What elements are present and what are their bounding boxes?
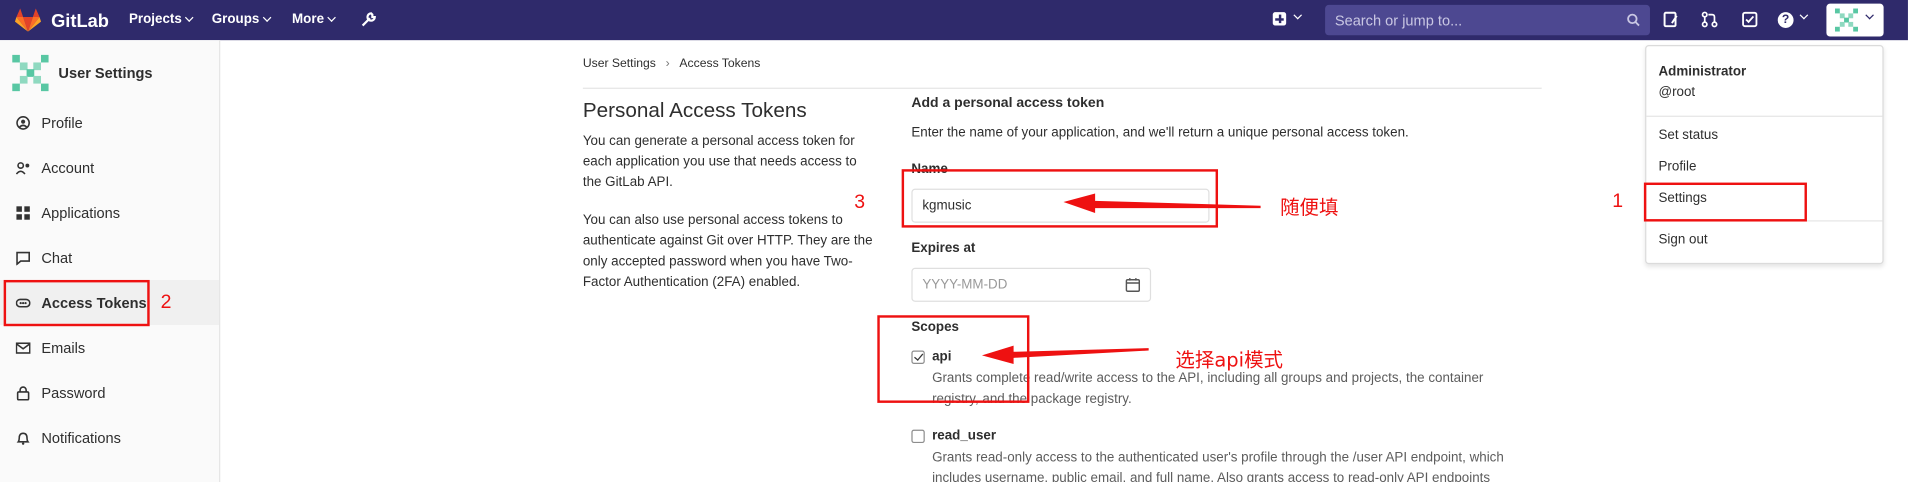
breadcrumb-divider — [582, 87, 1542, 89]
dropdown-divider — [1646, 115, 1883, 117]
chevron-down-icon — [327, 13, 337, 22]
annotation-number: 2 — [160, 292, 172, 313]
calendar-icon[interactable] — [1125, 278, 1141, 293]
form-heading: Add a personal access token — [911, 96, 1105, 111]
breadcrumb-access-tokens[interactable]: Access Tokens — [679, 57, 760, 70]
top-navbar: GitLab Projects Groups More Search or ju… — [0, 0, 1908, 41]
annotation-box-settings — [1643, 182, 1807, 222]
breadcrumb-separator-icon: › — [665, 57, 670, 71]
merge-request-icon[interactable] — [1701, 11, 1718, 28]
annotation-note-name: 随便填 — [1280, 195, 1339, 220]
avatar — [12, 54, 49, 92]
wrench-icon[interactable] — [360, 11, 377, 28]
annotation-arrow-icon — [1063, 193, 1261, 214]
nav-groups[interactable]: Groups — [212, 12, 272, 27]
sidebar-title: User Settings — [58, 64, 153, 82]
annotation-number: 1 — [1612, 191, 1624, 212]
chat-icon — [16, 251, 30, 265]
nav-projects[interactable]: Projects — [129, 12, 195, 27]
annotation-arrow-icon — [981, 345, 1149, 364]
new-item-icon[interactable] — [1272, 12, 1287, 26]
user-avatar-button[interactable] — [1826, 3, 1884, 37]
bell-icon — [16, 431, 30, 445]
page-title: Personal Access Tokens — [582, 98, 807, 122]
gitlab-tanuki-icon — [14, 8, 42, 32]
expires-label: Expires at — [911, 241, 976, 256]
form-subheading: Enter the name of your application, and … — [911, 125, 1409, 140]
dropdown-user-name: Administrator — [1658, 64, 1747, 80]
lock-icon — [16, 385, 30, 400]
account-icon — [15, 161, 30, 174]
menu-item-sign-out[interactable]: Sign out — [1658, 232, 1707, 247]
chevron-down-icon — [262, 13, 272, 22]
scope-read-user-checkbox[interactable] — [911, 429, 925, 444]
brand-name: GitLab — [51, 10, 109, 32]
sidebar-item-account[interactable]: Account — [0, 145, 219, 190]
applications-icon — [16, 205, 30, 220]
description-paragraph: You can also use personal access tokens … — [582, 213, 873, 290]
profile-icon — [16, 115, 30, 130]
nav-more[interactable]: More — [292, 12, 337, 27]
sidebar-item-emails[interactable]: Emails — [0, 325, 219, 370]
settings-sidebar: User Settings Profile Account Applicatio… — [0, 40, 221, 482]
help-icon[interactable]: ? — [1777, 12, 1794, 28]
sidebar-item-chat[interactable]: Chat — [0, 235, 219, 280]
annotation-number: 3 — [854, 192, 866, 214]
sidebar-item-applications[interactable]: Applications — [0, 190, 219, 235]
expires-at-input[interactable]: YYYY-MM-DD — [911, 267, 1152, 302]
sidebar-item-password[interactable]: Password — [0, 370, 219, 415]
dropdown-username: @root — [1658, 85, 1696, 100]
annotation-box-access-tokens — [3, 279, 150, 327]
search-input[interactable]: Search or jump to... — [1325, 4, 1650, 36]
breadcrumb-user-settings[interactable]: User Settings — [583, 57, 656, 70]
scope-read-user-label[interactable]: read_user — [932, 428, 996, 443]
annotation-note-scope: 选择api模式 — [1175, 348, 1284, 372]
todo-icon[interactable] — [1741, 11, 1758, 28]
user-dropdown-menu: Administrator @root Set status Profile S… — [1645, 45, 1884, 265]
description-paragraph: You can generate a personal access token… — [582, 133, 857, 190]
issues-icon[interactable] — [1662, 11, 1679, 28]
chevron-down-icon — [185, 13, 195, 22]
scope-read-user-description: Grants read-only access to the authentic… — [932, 450, 1504, 482]
search-icon — [1627, 13, 1640, 27]
menu-item-profile[interactable]: Profile — [1658, 159, 1696, 174]
sidebar-header[interactable]: User Settings — [12, 54, 153, 92]
envelope-icon — [15, 341, 31, 354]
chevron-down-icon — [1799, 10, 1809, 20]
sidebar-item-profile[interactable]: Profile — [0, 100, 219, 145]
chevron-down-icon — [1865, 10, 1874, 20]
sidebar-item-notifications[interactable]: Notifications — [0, 415, 219, 460]
chevron-down-icon — [1293, 10, 1303, 20]
breadcrumb: User Settings › Access Tokens — [583, 57, 761, 70]
avatar — [1834, 8, 1859, 32]
gitlab-logo[interactable]: GitLab — [14, 8, 109, 33]
menu-item-set-status[interactable]: Set status — [1658, 128, 1718, 143]
